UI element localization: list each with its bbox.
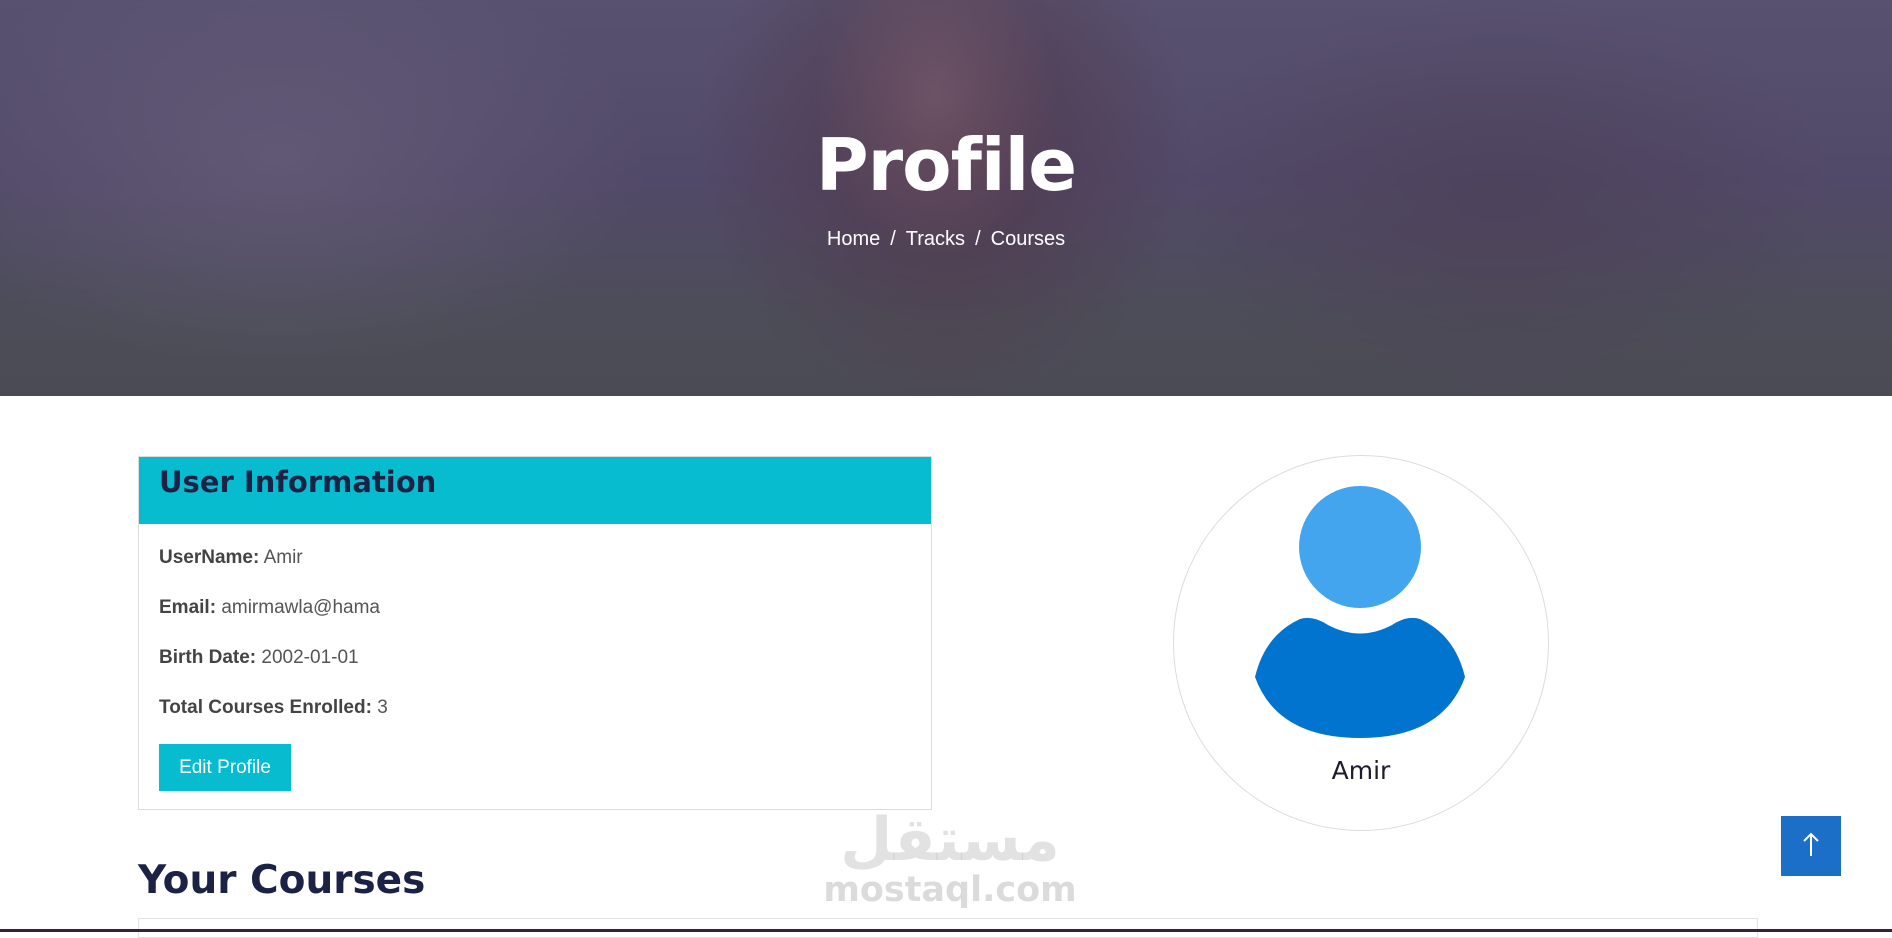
- page-title: Profile: [815, 123, 1077, 207]
- courses-enrolled-line: Total Courses Enrolled: 3: [159, 697, 388, 719]
- birth-date-label: Birth Date:: [159, 647, 257, 668]
- breadcrumb-tracks[interactable]: Tracks: [906, 228, 965, 250]
- card-header: User Information: [139, 457, 931, 524]
- breadcrumb-separator: /: [890, 228, 896, 250]
- username-line: UserName: Amir: [159, 547, 303, 569]
- email-value: amirmawla@hama: [221, 597, 380, 618]
- courses-enrolled-label: Total Courses Enrolled:: [159, 697, 372, 718]
- user-information-card: User Information UserName: Amir Email: a…: [138, 456, 932, 810]
- courses-container: [138, 918, 1758, 938]
- email-line: Email: amirmawla@hama: [159, 597, 380, 619]
- breadcrumb-home[interactable]: Home: [827, 228, 880, 250]
- birth-date-value: 2002-01-01: [261, 647, 359, 668]
- watermark-arabic: مستقل: [840, 805, 1060, 875]
- your-courses-title: Your Courses: [138, 858, 426, 903]
- courses-enrolled-value: 3: [377, 697, 388, 718]
- breadcrumb-courses[interactable]: Courses: [991, 228, 1065, 250]
- birth-date-line: Birth Date: 2002-01-01: [159, 647, 359, 669]
- username-value: Amir: [263, 547, 303, 568]
- avatar-name: Amir: [1331, 756, 1391, 785]
- arrow-up-icon: [1803, 832, 1819, 856]
- card-title: User Information: [159, 465, 437, 499]
- hero-banner: Profile Home / Tracks / Courses: [0, 0, 1892, 396]
- email-label: Email:: [159, 597, 217, 618]
- scroll-to-top-button[interactable]: [1781, 816, 1841, 876]
- watermark-latin: mostaql.com: [823, 870, 1077, 910]
- breadcrumb-separator: /: [975, 228, 981, 250]
- username-label: UserName:: [159, 547, 260, 568]
- breadcrumb: Home / Tracks / Courses: [0, 228, 1892, 251]
- edit-profile-button[interactable]: Edit Profile: [159, 744, 291, 791]
